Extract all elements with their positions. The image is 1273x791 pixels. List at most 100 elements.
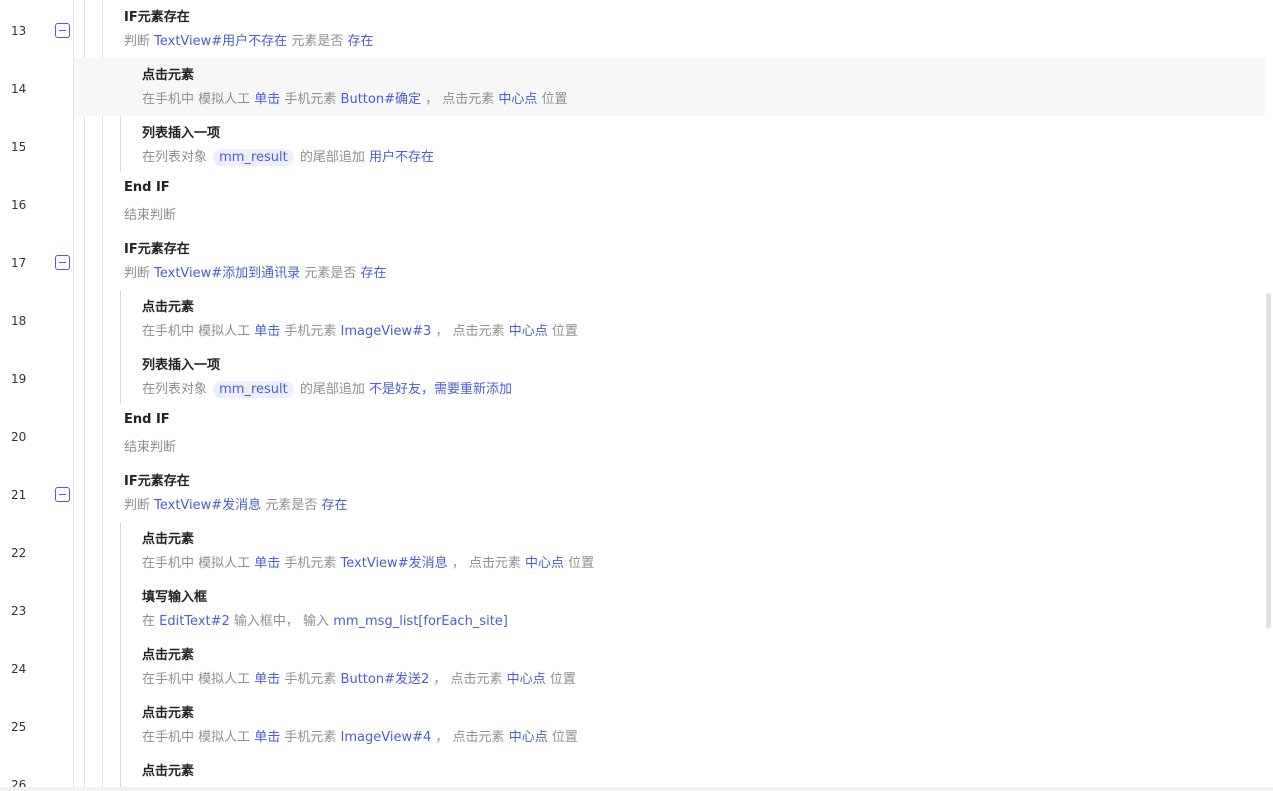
- step-description: 结束判断: [124, 204, 176, 223]
- flow-step-row[interactable]: 25 点击元素 在手机中 模拟人工 单击 手机元素 ImageView#4 ， 点击…: [0, 696, 1265, 754]
- description-text: ， 点击元素: [429, 672, 507, 687]
- flow-step-row[interactable]: 13 IF元素存在 判断 TextView#用户不存在 元素是否 存在: [0, 0, 1265, 58]
- description-text: 判断: [124, 266, 155, 281]
- parameter-link[interactable]: 单击: [254, 672, 280, 687]
- step-title: 列表插入一项: [142, 126, 221, 141]
- parameter-link[interactable]: 单击: [254, 556, 280, 571]
- parameter-link[interactable]: 单击: [254, 730, 280, 745]
- collapse-block-icon[interactable]: [55, 487, 70, 502]
- parameter-link[interactable]: 存在: [347, 34, 373, 49]
- step-description: 在手机中 模拟人工 单击 手机元素 TextView#发消息 ， 点击元素 中心…: [142, 552, 594, 571]
- parameter-link[interactable]: TextView#发消息: [341, 556, 448, 571]
- parameter-link[interactable]: EditText#2: [159, 614, 230, 629]
- parameter-link[interactable]: 单击: [254, 324, 280, 339]
- parameter-link[interactable]: TextView#发消息: [154, 498, 261, 513]
- vertical-scrollbar[interactable]: [1266, 293, 1271, 629]
- line-number: 13: [11, 24, 27, 38]
- horizontal-scroll-track[interactable]: [0, 787, 1273, 791]
- parameter-link[interactable]: Button#发送2: [341, 672, 430, 687]
- flow-step-row[interactable]: 15 列表插入一项在列表对象 mm_result 的尾部追加 用户不存在: [0, 116, 1265, 174]
- step-title: IF元素存在: [124, 242, 190, 257]
- parameter-link[interactable]: Button#确定: [341, 92, 421, 107]
- step-description: 判断 TextView#发消息 元素是否 存在: [124, 494, 347, 513]
- step-title: 点击元素: [142, 68, 195, 83]
- description-text: 的尾部追加: [295, 150, 370, 165]
- description-text: ， 点击元素: [447, 556, 525, 571]
- flow-step-row[interactable]: 17 IF元素存在判断 TextView#添加到通讯录 元素是否 存在: [0, 232, 1265, 290]
- description-text: ， 点击元素: [431, 730, 509, 745]
- parameter-link[interactable]: 中心点: [509, 730, 548, 745]
- line-number: 15: [11, 140, 27, 154]
- variable-chip[interactable]: mm_result: [213, 149, 294, 166]
- description-text: 元素是否: [287, 34, 348, 49]
- flow-step-row[interactable]: 20 End IF 结束判断: [0, 406, 1265, 464]
- step-description: 判断 TextView#添加到通讯录 元素是否 存在: [124, 262, 386, 281]
- flow-step-row[interactable]: 21 IF元素存在 判断 TextView#发消息 元素是否 存在: [0, 464, 1265, 522]
- description-text: 位置: [537, 92, 568, 107]
- flow-step-row[interactable]: 14 点击元素在手机中 模拟人工 单击 手机元素 Button#确定 ， 点击元素…: [0, 58, 1265, 116]
- step-description: 结束判断: [124, 436, 176, 455]
- parameter-link[interactable]: 中心点: [498, 92, 537, 107]
- step-description: 在手机中 模拟人工 单击 手机元素 Button#确定 ， 点击元素 中心点 位…: [142, 88, 568, 107]
- step-title: End IF: [124, 412, 170, 427]
- parameter-link[interactable]: 存在: [360, 266, 386, 281]
- step-description: 在手机中 模拟人工 单击 手机元素 ImageView#3 ， 点击元素 中心点…: [142, 320, 578, 339]
- parameter-link[interactable]: 单击: [254, 92, 280, 107]
- flow-step-row[interactable]: 23 填写输入框在 EditText#2 输入框中， 输入 mm_msg_list…: [0, 580, 1265, 638]
- description-text: 结束判断: [124, 440, 177, 455]
- step-description: 在列表对象 mm_result 的尾部追加 不是好友，需要重新添加: [142, 378, 512, 398]
- description-text: 位置: [564, 556, 595, 571]
- flow-step-row[interactable]: 22 点击元素在手机中 模拟人工 单击 手机元素 TextView#发消息 ， 点…: [0, 522, 1265, 580]
- line-number: 25: [11, 720, 27, 734]
- line-number: 14: [11, 82, 27, 96]
- description-text: 在手机中 模拟人工: [142, 672, 255, 687]
- description-text: 手机元素: [280, 556, 341, 571]
- step-description: 在列表对象 mm_result 的尾部追加 用户不存在: [142, 146, 434, 166]
- step-title: 点击元素: [142, 532, 195, 547]
- description-text: 的尾部追加: [295, 382, 370, 397]
- description-text: 结束判断: [124, 208, 177, 223]
- flow-step-row[interactable]: 18 点击元素在手机中 模拟人工 单击 手机元素 ImageView#3 ， 点击…: [0, 290, 1265, 348]
- parameter-link[interactable]: 中心点: [525, 556, 564, 571]
- step-title: 点击元素: [142, 300, 195, 315]
- description-text: 位置: [545, 672, 576, 687]
- variable-chip[interactable]: mm_result: [213, 381, 294, 398]
- parameter-link[interactable]: 中心点: [507, 672, 546, 687]
- flow-step-row[interactable]: 16 End IF 结束判断: [0, 174, 1265, 232]
- line-number: 17: [11, 256, 27, 270]
- flow-step-row[interactable]: 26 点击元素: [0, 754, 1265, 791]
- line-number: 21: [11, 488, 27, 502]
- parameter-link[interactable]: 不是好友，需要重新添加: [369, 382, 512, 397]
- line-number: 19: [11, 372, 27, 386]
- parameter-link[interactable]: ImageView#4: [341, 730, 432, 745]
- parameter-link[interactable]: TextView#用户不存在: [154, 34, 287, 49]
- line-number: 20: [11, 430, 27, 444]
- parameter-link[interactable]: 用户不存在: [369, 150, 434, 165]
- description-text: 在手机中 模拟人工: [142, 92, 255, 107]
- description-text: 位置: [547, 324, 578, 339]
- step-description: 在手机中 模拟人工 单击 手机元素 Button#发送2 ， 点击元素 中心点 …: [142, 668, 576, 687]
- parameter-link[interactable]: ImageView#3: [341, 324, 432, 339]
- step-description: 在手机中 模拟人工 单击 手机元素 ImageView#4 ， 点击元素 中心点…: [142, 726, 578, 745]
- step-title: 填写输入框: [142, 590, 208, 605]
- line-number: 18: [11, 314, 27, 328]
- description-text: ， 点击元素: [421, 92, 499, 107]
- step-description: 判断 TextView#用户不存在 元素是否 存在: [124, 30, 373, 49]
- row-hover-highlight: [74, 58, 1265, 116]
- parameter-link[interactable]: 存在: [321, 498, 347, 513]
- flow-step-row[interactable]: 24 点击元素 在手机中 模拟人工 单击 手机元素 Button#发送2 ， 点击元…: [0, 638, 1265, 696]
- flow-editor-canvas: 13 IF元素存在 判断 TextView#用户不存在 元素是否 存在 14 点击元素在…: [0, 0, 1273, 791]
- step-title: IF元素存在: [124, 474, 190, 489]
- step-title: 点击元素: [142, 648, 195, 663]
- parameter-link[interactable]: mm_msg_list[forEach_site]: [333, 614, 508, 629]
- description-text: 在手机中 模拟人工: [142, 730, 255, 745]
- parameter-link[interactable]: TextView#添加到通讯录: [154, 266, 300, 281]
- flow-step-row[interactable]: 19 列表插入一项 在列表对象 mm_result 的尾部追加 不是好友，需要重新添…: [0, 348, 1265, 406]
- description-text: 判断: [124, 498, 155, 513]
- description-text: 元素是否: [261, 498, 322, 513]
- collapse-block-icon[interactable]: [55, 23, 70, 38]
- collapse-block-icon[interactable]: [55, 255, 70, 270]
- parameter-link[interactable]: 中心点: [509, 324, 548, 339]
- line-number: 22: [11, 546, 27, 560]
- description-text: 输入框中， 输入: [229, 614, 334, 629]
